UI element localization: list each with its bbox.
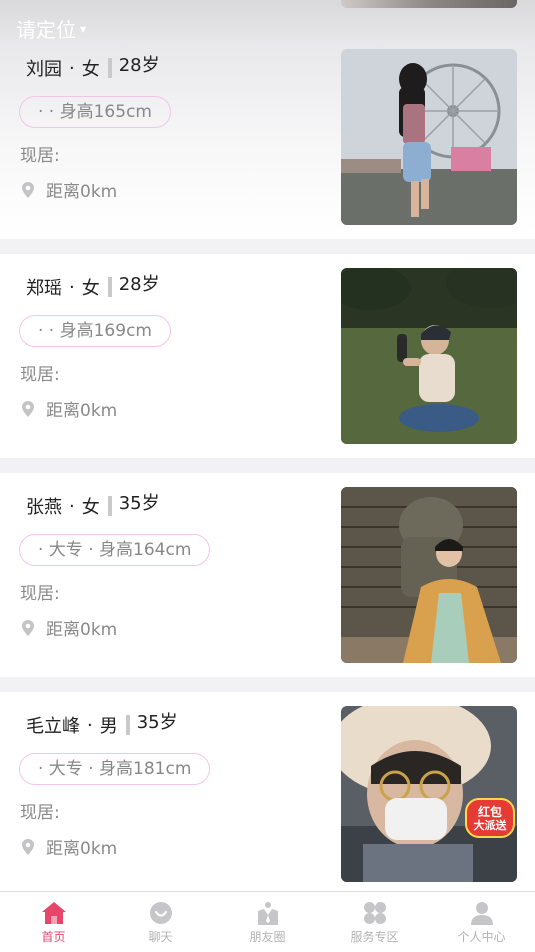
tab-home[interactable]: 首页: [0, 892, 107, 952]
divider: [107, 277, 112, 297]
profile-age: 28岁: [118, 55, 160, 76]
profile-photo[interactable]: [341, 49, 517, 225]
profile-photo[interactable]: [341, 487, 517, 663]
profile-gender: 女: [81, 497, 100, 518]
profile-tags: · · 身高169cm: [19, 315, 171, 347]
profile-tags: · 大专 · 身高164cm: [19, 534, 211, 566]
tab-label: 服务专区: [350, 930, 399, 944]
distance-row: 距离0km: [20, 834, 117, 859]
profile-distance: 距离0km: [46, 182, 118, 202]
profile-distance: 距离0km: [46, 620, 118, 640]
top-bar: 请定位 ▾: [0, 0, 535, 43]
photo-park: [341, 268, 517, 444]
profile-age: 28岁: [118, 274, 160, 295]
distance-row: 距离0km: [20, 396, 117, 421]
profile-residence: 现居:: [20, 146, 60, 166]
moments-icon: [257, 902, 278, 925]
red-packet-badge[interactable]: 红包 大派送: [465, 798, 515, 838]
name-row: 郑瑶 · 女 28岁: [26, 274, 160, 300]
tab-label: 聊天: [148, 930, 173, 944]
profile-gender: 男: [99, 716, 118, 737]
profile-tags: · · 身高165cm: [19, 96, 171, 128]
photo-selfie: [341, 706, 517, 882]
previous-card-photo-edge: [341, 0, 517, 8]
location-selector[interactable]: 请定位 ▾: [16, 14, 86, 43]
tab-label: 个人中心: [457, 930, 506, 944]
divider: [107, 496, 112, 516]
profile-card[interactable]: 郑瑶 · 女 28岁 · · 身高169cm 现居: 距离0km: [0, 254, 535, 458]
profile-distance: 距离0km: [46, 401, 118, 421]
name-row: 刘园 · 女 28岁: [26, 55, 160, 81]
profile-card[interactable]: 毛立峰 · 男 35岁 · 大专 · 身高181cm 现居: 距离0km 红包 …: [0, 692, 535, 896]
name-row: 毛立峰 · 男 35岁: [26, 712, 178, 738]
profile-gender: 女: [81, 59, 100, 80]
photo-stone-lion: [341, 487, 517, 663]
name-row: 张燕 · 女 35岁: [26, 493, 160, 519]
caret-down-icon: ▾: [80, 21, 87, 36]
divider: [125, 715, 130, 735]
tab-profile[interactable]: 个人中心: [428, 892, 535, 952]
tab-label: 首页: [41, 930, 66, 944]
profile-card[interactable]: 张燕 · 女 35岁 · 大专 · 身高164cm 现居: 距离0km: [0, 473, 535, 677]
profile-gender: 女: [81, 278, 100, 299]
tab-chat[interactable]: 聊天: [107, 892, 214, 952]
badge-line-2: 大派送: [473, 818, 507, 832]
location-label: 请定位: [16, 18, 76, 42]
services-icon: [363, 902, 386, 924]
profile-name: 郑瑶: [26, 278, 62, 299]
profile-card[interactable]: 刘园 · 女 28岁 · · 身高165cm 现居: 距离0km: [0, 35, 535, 239]
location-pin-icon: [22, 838, 34, 855]
divider: [107, 58, 112, 78]
chat-icon: [149, 902, 172, 924]
photo-ferris-wheel: [341, 49, 517, 225]
separator-dot: ·: [87, 714, 93, 736]
profile-tags: · 大专 · 身高181cm: [19, 753, 211, 785]
profile-residence: 现居:: [20, 584, 60, 604]
profile-residence: 现居:: [20, 365, 60, 385]
location-pin-icon: [22, 619, 34, 636]
separator-dot: ·: [69, 276, 75, 298]
separator-dot: ·: [69, 495, 75, 517]
profile-photo[interactable]: 红包 大派送: [341, 706, 517, 882]
tab-services[interactable]: 服务专区: [321, 892, 428, 952]
profile-residence: 现居:: [20, 803, 60, 823]
profile-photo[interactable]: [341, 268, 517, 444]
profile-age: 35岁: [136, 712, 178, 733]
distance-row: 距离0km: [20, 615, 117, 640]
profile-name: 毛立峰: [26, 716, 80, 737]
profile-name: 张燕: [26, 497, 62, 518]
location-pin-icon: [22, 400, 34, 417]
separator-dot: ·: [69, 57, 75, 79]
tab-moments[interactable]: 朋友圈: [214, 892, 321, 952]
profile-name: 刘园: [26, 59, 62, 80]
distance-row: 距离0km: [20, 177, 117, 202]
profile-age: 35岁: [118, 493, 160, 514]
badge-line-1: 红包: [477, 804, 502, 819]
profile-icon: [470, 902, 493, 925]
tab-label: 朋友圈: [249, 930, 286, 944]
bottom-tab-bar: 首页 聊天 朋友圈 服务专区 个人中心: [0, 891, 535, 952]
home-icon: [41, 902, 66, 924]
location-pin-icon: [22, 181, 34, 198]
profile-distance: 距离0km: [46, 839, 118, 859]
